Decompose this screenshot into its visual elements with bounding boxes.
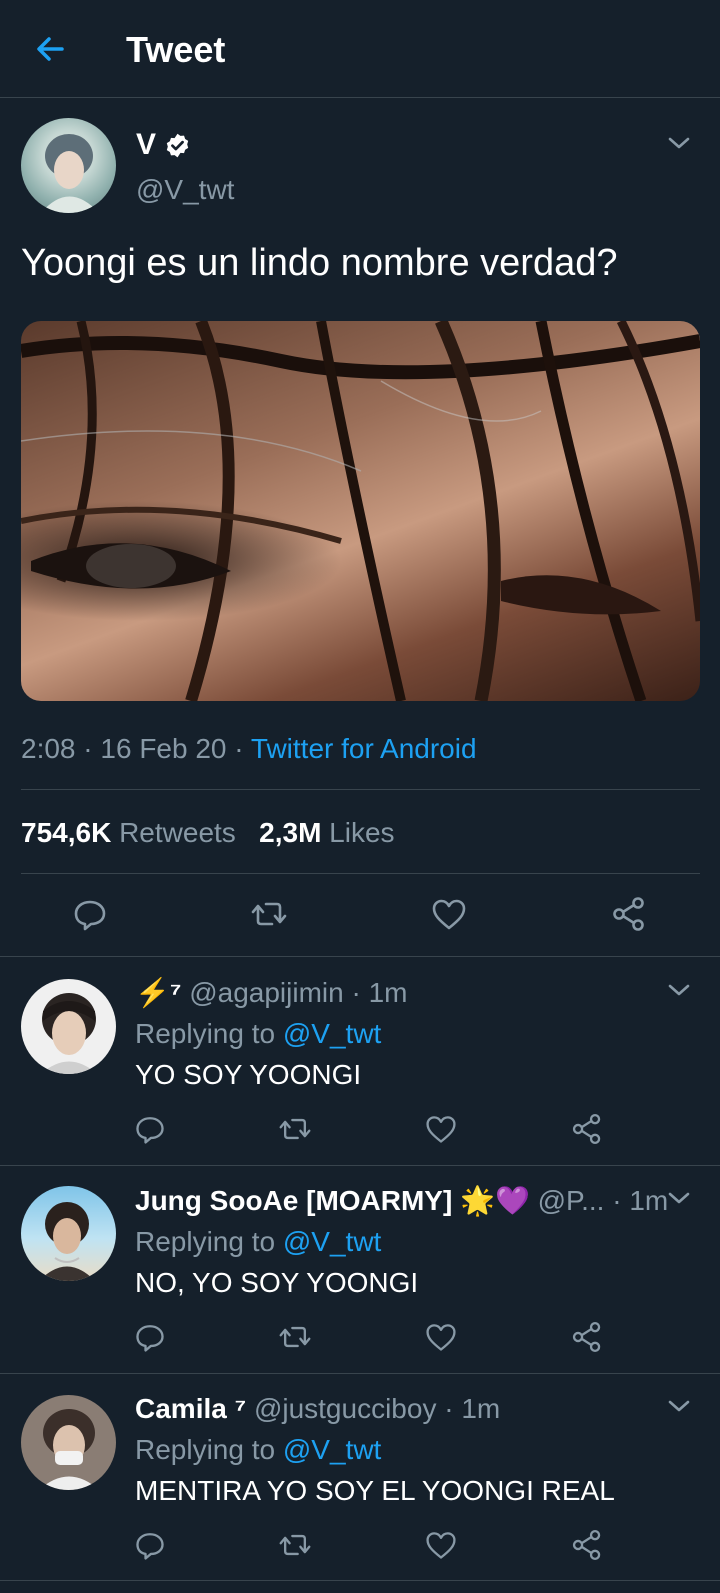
like-icon[interactable] xyxy=(430,895,468,933)
reply-author-name[interactable]: ⚡⁷ xyxy=(135,977,181,1008)
author-name-text: V xyxy=(136,128,157,161)
chevron-down-icon[interactable] xyxy=(666,981,692,999)
reply-header: Jung SooAe [MOARMY] 🌟💜 @P... · 1m xyxy=(135,1184,668,1218)
like-icon[interactable] xyxy=(424,1528,458,1562)
replying-to-handle[interactable]: @V_twt xyxy=(283,1018,381,1049)
like-icon[interactable] xyxy=(424,1320,458,1354)
author-name[interactable]: V xyxy=(136,128,191,162)
reply-time: · 1m xyxy=(444,1393,501,1424)
like-icon[interactable] xyxy=(424,1112,458,1146)
reply-icon[interactable] xyxy=(133,1320,167,1354)
reply-icon[interactable] xyxy=(133,1112,167,1146)
share-icon[interactable] xyxy=(610,895,648,933)
replying-label: Replying to xyxy=(135,1018,276,1049)
top-bar: Tweet xyxy=(0,0,720,98)
reply-icon[interactable] xyxy=(133,1528,167,1562)
tweet-stats: 754,6K Retweets 2,3M Likes xyxy=(21,817,395,849)
chevron-down-icon[interactable] xyxy=(666,1397,692,1415)
chevron-down-icon[interactable] xyxy=(666,134,692,152)
tweet-source-link[interactable]: Twitter for Android xyxy=(251,733,477,764)
replying-to-handle[interactable]: @V_twt xyxy=(283,1434,381,1465)
share-icon[interactable] xyxy=(570,1320,604,1354)
divider xyxy=(0,956,720,957)
likes-label: Likes xyxy=(329,817,395,848)
retweet-icon[interactable] xyxy=(278,1528,312,1562)
replying-to: Replying to @V_twt xyxy=(135,1017,381,1051)
retweet-icon[interactable] xyxy=(278,1112,312,1146)
chevron-down-icon[interactable] xyxy=(666,1189,692,1207)
reply-text: NO, YO SOY YOONGI xyxy=(135,1267,419,1298)
reply-icon[interactable] xyxy=(71,895,109,933)
tweet-time: 2:08 xyxy=(21,733,76,764)
divider xyxy=(0,1165,720,1166)
reply-author-handle[interactable]: @P... xyxy=(538,1185,605,1216)
reply-text: MENTIRA YO SOY EL YOONGI REAL xyxy=(135,1475,615,1506)
meta-dot: · xyxy=(234,733,244,764)
replying-to: Replying to @V_twt xyxy=(135,1225,381,1259)
reply-author-name[interactable]: Camila ⁷ xyxy=(135,1393,246,1424)
reply-avatar[interactable] xyxy=(21,979,116,1074)
retweet-icon[interactable] xyxy=(278,1320,312,1354)
tweet-photo[interactable] xyxy=(21,321,700,701)
page-title: Tweet xyxy=(126,29,226,70)
tweet-date: 16 Feb 20 xyxy=(100,733,227,764)
reply-time: · 1m xyxy=(612,1185,669,1216)
likes-stat[interactable]: 2,3M Likes xyxy=(259,817,394,848)
reply-author-name[interactable]: Jung SooAe [MOARMY] 🌟💜 xyxy=(135,1185,530,1216)
tweet-actions xyxy=(0,895,720,935)
share-icon[interactable] xyxy=(570,1112,604,1146)
reply-avatar[interactable] xyxy=(21,1186,116,1281)
replying-to: Replying to @V_twt xyxy=(135,1433,381,1467)
reply-header: Camila ⁷ @justgucciboy · 1m xyxy=(135,1392,500,1426)
meta-dot: · xyxy=(83,733,93,764)
tweet-meta: 2:08 · 16 Feb 20 · Twitter for Android xyxy=(21,733,477,765)
retweets-label: Retweets xyxy=(119,817,236,848)
verified-badge-icon xyxy=(166,133,189,157)
replying-to-handle[interactable]: @V_twt xyxy=(283,1226,381,1257)
reply-avatar[interactable] xyxy=(21,1395,116,1490)
reply-actions xyxy=(0,1320,720,1356)
author-avatar[interactable] xyxy=(21,118,116,213)
share-icon[interactable] xyxy=(570,1528,604,1562)
back-arrow-icon[interactable] xyxy=(28,27,72,71)
retweets-count: 754,6K xyxy=(21,817,112,848)
likes-count: 2,3M xyxy=(259,817,322,848)
reply-actions xyxy=(0,1112,720,1148)
divider xyxy=(21,789,700,790)
replying-label: Replying to xyxy=(135,1226,276,1257)
retweet-icon[interactable] xyxy=(250,895,288,933)
retweets-stat[interactable]: 754,6K Retweets xyxy=(21,817,236,848)
reply-time: · 1m xyxy=(351,977,408,1008)
reply-author-handle[interactable]: @agapijimin xyxy=(189,977,344,1008)
reply-text: YO SOY YOONGI xyxy=(135,1059,362,1090)
replying-label: Replying to xyxy=(135,1434,276,1465)
tweet-text: Yoongi es un lindo nombre verdad? xyxy=(21,242,618,284)
reply-header: ⚡⁷ @agapijimin · 1m xyxy=(135,976,407,1010)
reply-author-handle[interactable]: @justgucciboy xyxy=(254,1393,437,1424)
divider xyxy=(0,1580,720,1581)
author-handle[interactable]: @V_twt xyxy=(136,174,234,206)
divider xyxy=(0,1373,720,1374)
divider xyxy=(21,873,700,874)
reply-actions xyxy=(0,1528,720,1564)
